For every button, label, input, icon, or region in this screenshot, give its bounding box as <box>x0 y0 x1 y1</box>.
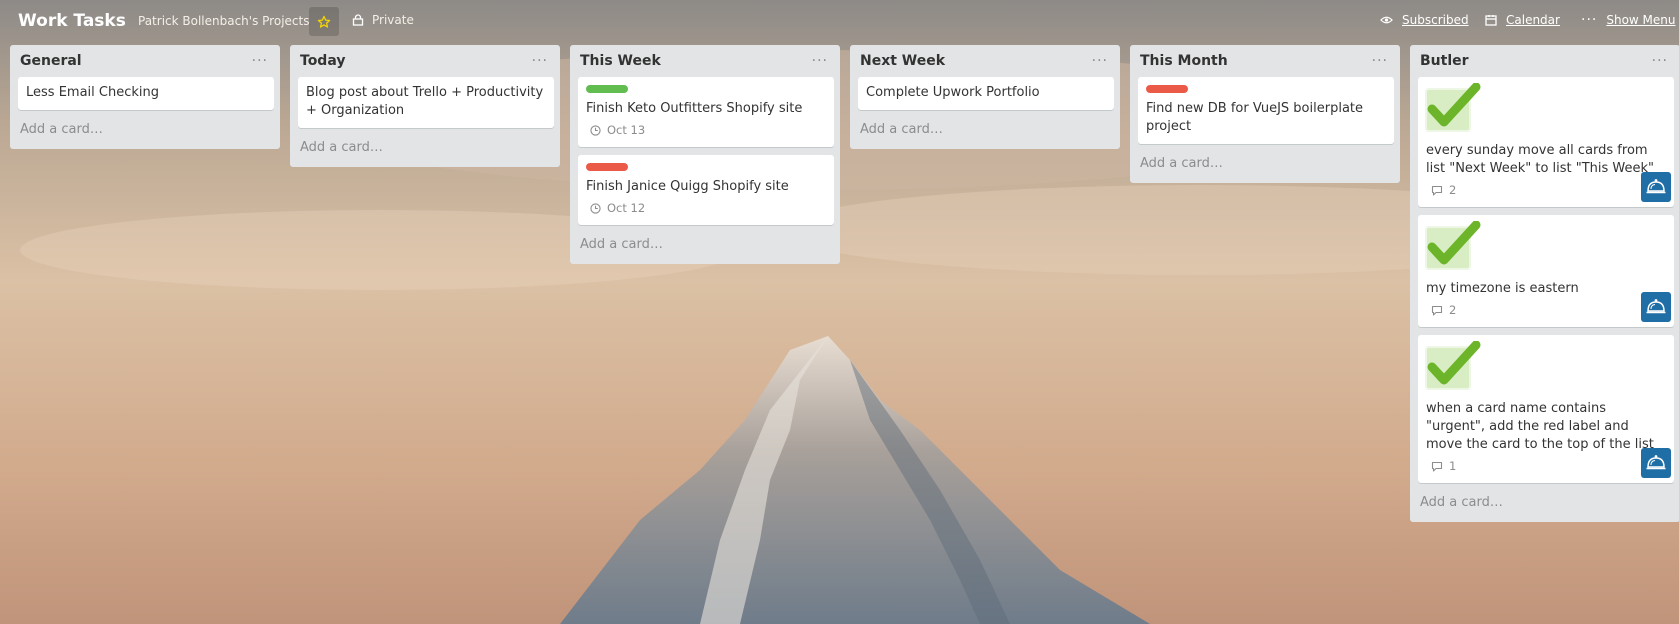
comment-icon <box>1431 305 1443 316</box>
card[interactable]: when a card name contains "urgent", add … <box>1418 335 1674 483</box>
list-title[interactable]: Next Week <box>860 53 945 69</box>
show-menu-link[interactable]: ··· Show Menu <box>1581 13 1676 27</box>
comment-count: 2 <box>1449 183 1457 197</box>
star-board-button[interactable] <box>309 7 339 36</box>
comments-badge: 1 <box>1431 457 1666 475</box>
card[interactable]: my timezone is eastern 2 <box>1418 215 1674 327</box>
list-menu-icon[interactable]: ··· <box>1652 54 1672 68</box>
card-title: every sunday move all cards from list "N… <box>1426 143 1655 176</box>
card[interactable]: Finish Keto Outfitters Shopify site Oct … <box>578 77 834 147</box>
eye-icon <box>1380 16 1393 24</box>
comment-icon <box>1431 461 1443 472</box>
subscribed-label: Subscribed <box>1402 13 1469 27</box>
checkmark-icon <box>1425 82 1481 132</box>
due-date-badge: Oct 12 <box>590 199 826 217</box>
add-card-link[interactable]: Add a card… <box>578 233 834 257</box>
card[interactable]: Blog post about Trello + Productivity + … <box>298 77 554 128</box>
card[interactable]: Less Email Checking <box>18 77 274 110</box>
butler-member-avatar[interactable] <box>1641 172 1671 202</box>
add-card-link[interactable]: Add a card… <box>1138 152 1394 176</box>
list-today: Today ··· Blog post about Trello + Produ… <box>290 45 560 167</box>
card-title: Complete Upwork Portfolio <box>866 85 1040 100</box>
list-butler: Butler ··· every sunday move all cards f… <box>1410 45 1679 522</box>
list-this-week: This Week ··· Finish Keto Outfitters Sho… <box>570 45 840 264</box>
comments-badge: 2 <box>1431 301 1666 319</box>
checkmark-icon <box>1425 340 1481 390</box>
list-menu-icon[interactable]: ··· <box>812 54 832 68</box>
list-next-week: Next Week ··· Complete Upwork Portfolio … <box>850 45 1120 149</box>
butler-member-avatar[interactable] <box>1641 448 1671 478</box>
list-general: General ··· Less Email Checking Add a ca… <box>10 45 280 149</box>
list-this-month: This Month ··· Find new DB for VueJS boi… <box>1130 45 1400 183</box>
board-title[interactable]: Work Tasks <box>18 11 126 31</box>
lock-icon <box>352 14 364 26</box>
due-date: Oct 13 <box>607 123 646 137</box>
card-title: Finish Janice Quigg Shopify site <box>586 179 789 194</box>
green-label <box>586 85 628 93</box>
list-menu-icon[interactable]: ··· <box>1092 54 1112 68</box>
visibility-button[interactable]: Private <box>352 13 414 27</box>
card-title: my timezone is eastern <box>1426 281 1579 296</box>
card-title: Blog post about Trello + Productivity + … <box>306 85 544 118</box>
comment-count: 1 <box>1449 459 1457 473</box>
list-menu-icon[interactable]: ··· <box>532 54 552 68</box>
butler-member-avatar[interactable] <box>1641 292 1671 322</box>
list-menu-icon[interactable]: ··· <box>1372 54 1392 68</box>
list-title[interactable]: General <box>20 53 82 69</box>
list-title[interactable]: This Month <box>1140 53 1228 69</box>
card-title: when a card name contains "urgent", add … <box>1426 401 1654 452</box>
due-date: Oct 12 <box>607 201 646 215</box>
add-card-link[interactable]: Add a card… <box>1418 491 1674 515</box>
clock-icon <box>590 202 601 214</box>
card[interactable]: every sunday move all cards from list "N… <box>1418 77 1674 207</box>
red-label <box>586 163 628 171</box>
comment-icon <box>1431 185 1443 196</box>
calendar-label: Calendar <box>1506 13 1560 27</box>
subscribed-link[interactable]: Subscribed <box>1380 13 1469 27</box>
due-date-badge: Oct 13 <box>590 121 826 139</box>
board-header: Work Tasks Patrick Bollenbach's Projects… <box>0 0 1679 44</box>
more-icon: ··· <box>1581 12 1598 28</box>
board-team-name[interactable]: Patrick Bollenbach's Projects <box>138 14 309 28</box>
card-title: Find new DB for VueJS boilerplate projec… <box>1146 101 1364 134</box>
add-card-link[interactable]: Add a card… <box>18 118 274 142</box>
show-menu-label: Show Menu <box>1606 13 1676 27</box>
visibility-label: Private <box>372 13 414 27</box>
list-menu-icon[interactable]: ··· <box>252 54 272 68</box>
card[interactable]: Finish Janice Quigg Shopify site Oct 12 <box>578 155 834 225</box>
butler-bell-icon <box>1646 455 1666 470</box>
calendar-link[interactable]: Calendar <box>1485 13 1560 27</box>
list-title[interactable]: This Week <box>580 53 661 69</box>
butler-bell-icon <box>1646 299 1666 314</box>
checkmark-icon <box>1425 220 1481 270</box>
add-card-link[interactable]: Add a card… <box>298 136 554 160</box>
comments-badge: 2 <box>1431 181 1666 199</box>
butler-bell-icon <box>1646 179 1666 194</box>
card-title: Finish Keto Outfitters Shopify site <box>586 101 803 116</box>
list-title[interactable]: Today <box>300 53 345 69</box>
calendar-icon <box>1485 15 1497 26</box>
card[interactable]: Complete Upwork Portfolio <box>858 77 1114 110</box>
red-label <box>1146 85 1188 93</box>
add-card-link[interactable]: Add a card… <box>858 118 1114 142</box>
list-title[interactable]: Butler <box>1420 53 1469 69</box>
card-title: Less Email Checking <box>26 85 159 100</box>
comment-count: 2 <box>1449 303 1457 317</box>
card[interactable]: Find new DB for VueJS boilerplate projec… <box>1138 77 1394 144</box>
star-icon <box>317 15 331 28</box>
clock-icon <box>590 124 601 136</box>
